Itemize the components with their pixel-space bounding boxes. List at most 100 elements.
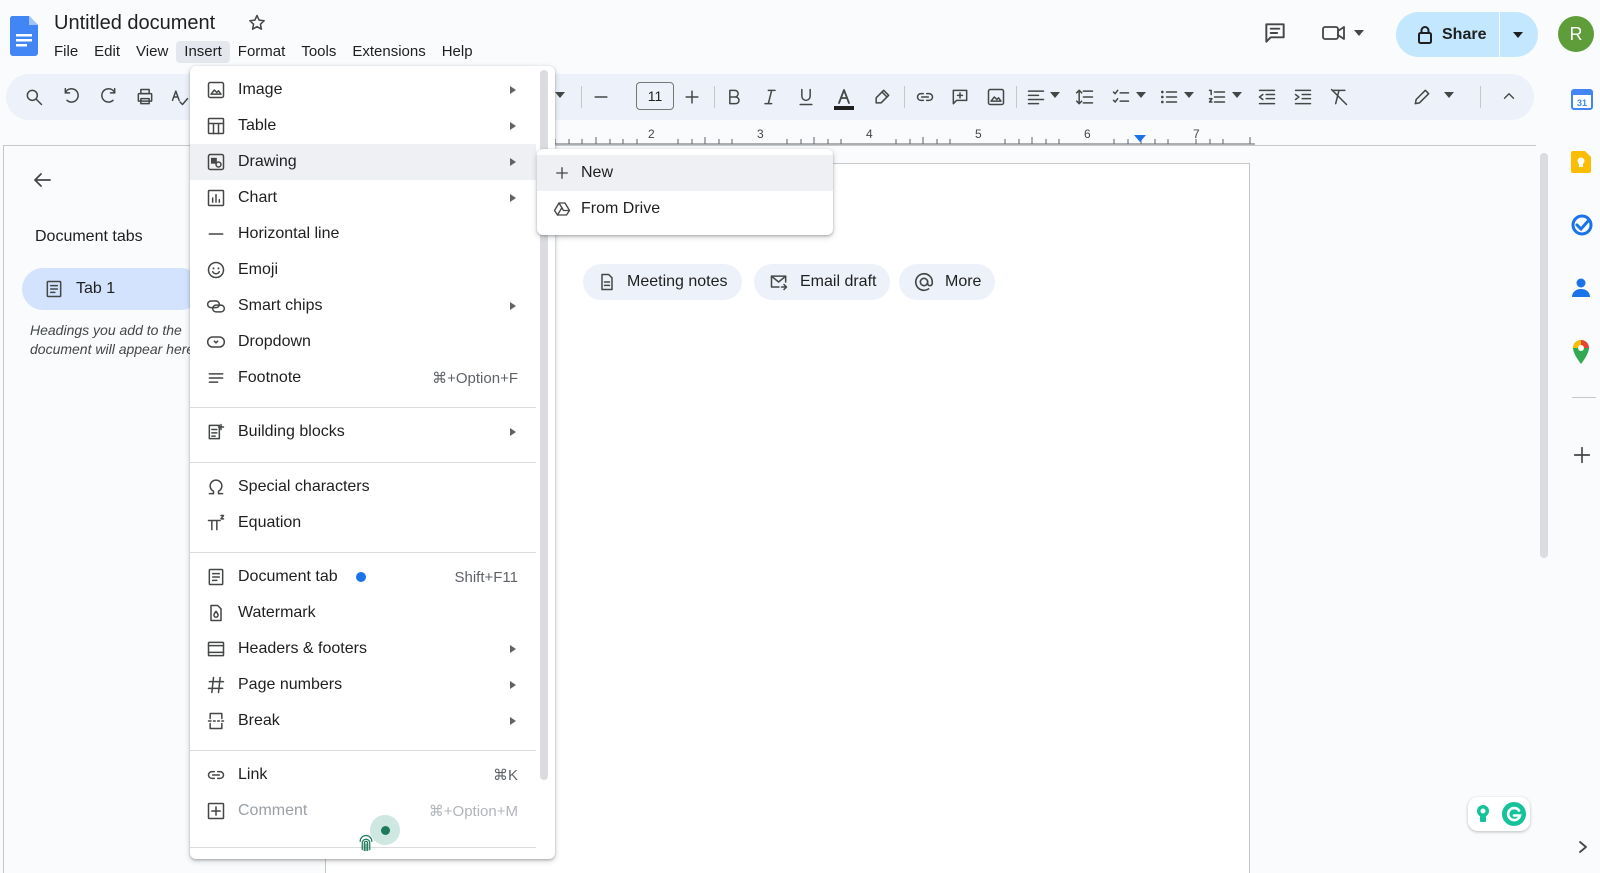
svg-text:31: 31 xyxy=(1577,98,1587,108)
bold-icon[interactable] xyxy=(724,87,744,107)
chevron-right-icon[interactable] xyxy=(1577,840,1589,854)
menu-item-break[interactable]: Break xyxy=(190,703,536,739)
menu-item-page-numbers[interactable]: Page numbers xyxy=(190,667,536,703)
menu-file[interactable]: File xyxy=(46,41,86,63)
meeting-notes-chip[interactable]: Meeting notes xyxy=(583,264,742,300)
star-icon[interactable] xyxy=(247,13,267,33)
meet-button[interactable] xyxy=(1320,20,1364,46)
menu-item-label: Break xyxy=(238,712,280,729)
menu-help[interactable]: Help xyxy=(434,41,481,63)
share-button[interactable]: Share xyxy=(1396,12,1538,57)
contacts-icon[interactable] xyxy=(1571,277,1591,299)
chevron-down-icon[interactable] xyxy=(1444,92,1454,98)
line-spacing-icon[interactable] xyxy=(1074,87,1096,107)
search-icon[interactable] xyxy=(24,87,44,107)
numbered-list-icon[interactable] xyxy=(1206,87,1228,107)
tasks-icon[interactable] xyxy=(1571,214,1593,236)
menu-item-building-blocks[interactable]: Building blocks xyxy=(190,414,536,450)
submenu-item-from-drive[interactable]: From Drive xyxy=(537,191,833,227)
menu-item-smart-chips[interactable]: Smart chips xyxy=(190,288,536,324)
menu-extensions[interactable]: Extensions xyxy=(344,41,433,63)
chip-label: More xyxy=(945,273,982,290)
avatar[interactable]: R xyxy=(1558,16,1594,52)
horizontal-line-icon xyxy=(208,233,224,235)
menu-view[interactable]: View xyxy=(128,41,176,63)
docs-logo[interactable] xyxy=(10,16,38,56)
back-arrow-icon[interactable] xyxy=(30,168,54,192)
font-size-decrease-icon[interactable] xyxy=(591,87,611,107)
menu-tools[interactable]: Tools xyxy=(293,41,344,63)
drive-icon xyxy=(553,202,571,216)
calendar-icon[interactable]: 31 xyxy=(1571,88,1593,110)
bulleted-list-icon[interactable] xyxy=(1158,87,1180,107)
menu-item-equation[interactable]: Equation xyxy=(190,505,536,541)
menu-item-label: Special characters xyxy=(238,478,370,495)
chevron-down-icon[interactable] xyxy=(555,92,565,98)
menu-item-watermark[interactable]: Watermark xyxy=(190,595,536,631)
print-icon[interactable] xyxy=(134,87,156,107)
menu-item-label: Document tab xyxy=(238,568,338,585)
chevron-down-icon[interactable] xyxy=(1050,92,1060,98)
menu-format[interactable]: Format xyxy=(230,41,294,63)
more-chip[interactable]: More xyxy=(899,264,996,300)
add-addon-icon[interactable] xyxy=(1571,444,1593,466)
menu-item-footnote[interactable]: Footnote ⌘+Option+F xyxy=(190,360,536,396)
menu-item-table[interactable]: Table xyxy=(190,108,536,144)
menu-item-horizontal-line[interactable]: Horizontal line xyxy=(190,216,536,252)
share-main[interactable]: Share xyxy=(1396,12,1500,57)
document-scrollbar[interactable] xyxy=(1540,153,1548,558)
hash-icon xyxy=(207,676,225,694)
lock-icon xyxy=(1418,25,1432,44)
undo-icon[interactable] xyxy=(62,87,82,107)
keep-icon[interactable] xyxy=(1571,151,1591,173)
redo-icon[interactable] xyxy=(98,87,118,107)
menu-item-image[interactable]: Image xyxy=(190,72,536,108)
submenu-arrow-icon xyxy=(510,86,516,94)
editing-mode-icon[interactable] xyxy=(1412,87,1432,107)
menu-item-headers-footers[interactable]: Headers & footers xyxy=(190,631,536,667)
grammarly-widget[interactable] xyxy=(1468,797,1530,831)
italic-icon[interactable] xyxy=(760,87,780,107)
menu-item-comment[interactable]: Comment ⌘+Option+M xyxy=(190,793,536,829)
document-title[interactable]: Untitled document xyxy=(54,12,215,35)
align-icon[interactable] xyxy=(1026,87,1046,107)
toolbar-separator xyxy=(1480,86,1481,108)
document-tab-icon xyxy=(208,568,224,586)
checklist-icon[interactable] xyxy=(1110,87,1132,107)
insert-image-icon[interactable] xyxy=(986,87,1006,107)
increase-indent-icon[interactable] xyxy=(1292,87,1314,107)
underline-icon[interactable] xyxy=(796,87,816,107)
menu-item-emoji[interactable]: Emoji xyxy=(190,252,536,288)
decrease-indent-icon[interactable] xyxy=(1256,87,1278,107)
comments-icon[interactable] xyxy=(1262,20,1288,46)
menu-item-dropdown[interactable]: Dropdown xyxy=(190,324,536,360)
clear-formatting-icon[interactable] xyxy=(1328,87,1350,107)
menu-item-special-characters[interactable]: Special characters xyxy=(190,469,536,505)
menu-edit[interactable]: Edit xyxy=(86,41,128,63)
menu-insert[interactable]: Insert xyxy=(176,41,230,63)
spellcheck-icon[interactable] xyxy=(170,87,190,107)
font-size-increase-icon[interactable] xyxy=(682,87,702,107)
menu-item-label: Watermark xyxy=(238,604,316,621)
tab-1[interactable]: Tab 1 xyxy=(22,268,202,310)
chevron-down-icon[interactable] xyxy=(1232,92,1242,98)
text-color-icon[interactable] xyxy=(832,87,856,111)
menu-item-drawing[interactable]: Drawing xyxy=(190,144,536,180)
chevron-down-icon[interactable] xyxy=(1136,92,1146,98)
font-size-input[interactable]: 11 xyxy=(636,82,674,110)
maps-icon[interactable] xyxy=(1571,340,1591,364)
menu-item-label: Table xyxy=(238,117,277,134)
ruler[interactable] xyxy=(555,128,1255,146)
submenu-item-new[interactable]: New xyxy=(537,155,833,191)
share-dropdown[interactable] xyxy=(1500,12,1536,57)
chevron-up-icon[interactable] xyxy=(1500,87,1518,105)
link-icon[interactable] xyxy=(914,87,936,107)
add-comment-icon[interactable] xyxy=(950,87,970,107)
chevron-down-icon[interactable] xyxy=(1184,92,1194,98)
email-draft-chip[interactable]: Email draft xyxy=(754,264,891,300)
menu-item-document-tab[interactable]: Document tab Shift+F11 xyxy=(190,559,536,595)
submenu-arrow-icon xyxy=(510,302,516,310)
highlight-icon[interactable] xyxy=(872,87,892,107)
menu-item-link[interactable]: Link ⌘K xyxy=(190,757,536,793)
menu-item-chart[interactable]: Chart xyxy=(190,180,536,216)
